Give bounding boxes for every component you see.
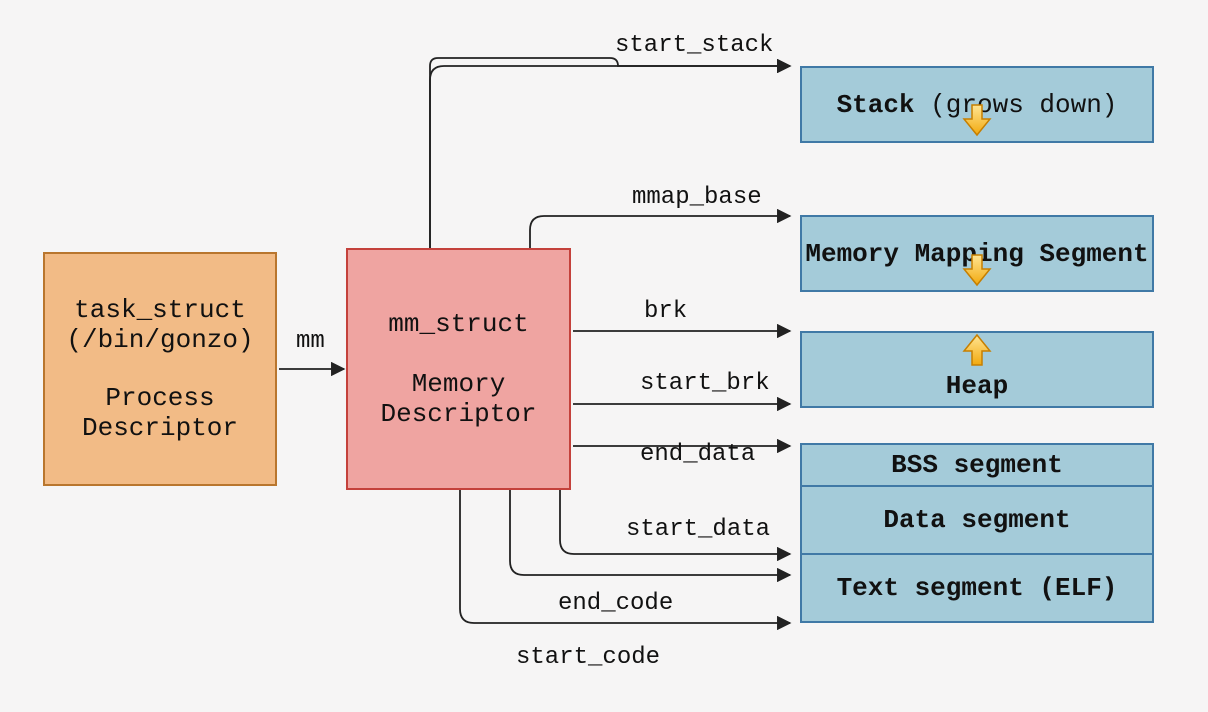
- segment-text-title: Text segment (ELF): [802, 575, 1152, 601]
- segment-stack-title-bold: Stack: [837, 90, 915, 120]
- task-struct-name: task_struct: [74, 295, 246, 325]
- mm-struct-name: mm_struct: [388, 309, 528, 339]
- arrow-up-icon: [962, 333, 992, 367]
- mm-struct-box: mm_struct Memory Descriptor: [346, 248, 571, 490]
- segment-bss-title: BSS segment: [802, 452, 1152, 478]
- label-start-code: start_code: [516, 644, 660, 671]
- segment-text: Text segment (ELF): [800, 555, 1154, 623]
- task-struct-desc-2: Descriptor: [82, 413, 238, 443]
- segment-stack-title-rest: (grows down): [915, 90, 1118, 120]
- label-mm: mm: [296, 328, 325, 355]
- task-struct-binary: (/bin/gonzo): [66, 325, 253, 355]
- label-start-brk: start_brk: [640, 370, 770, 397]
- label-start-stack: start_stack: [615, 32, 773, 59]
- mm-struct-desc-2: Descriptor: [380, 399, 536, 429]
- label-start-data: start_data: [626, 516, 770, 543]
- label-mmap-base: mmap_base: [632, 184, 762, 211]
- label-brk: brk: [644, 298, 687, 325]
- label-end-data: end_data: [640, 441, 755, 468]
- label-end-code: end_code: [558, 590, 673, 617]
- task-struct-desc-1: Process: [105, 383, 214, 413]
- segment-heap-title: Heap: [802, 373, 1152, 399]
- task-struct-box: task_struct (/bin/gonzo) Process Descrip…: [43, 252, 277, 486]
- diagram-stage: task_struct (/bin/gonzo) Process Descrip…: [0, 0, 1208, 712]
- arrow-down-icon: [962, 253, 992, 287]
- mm-struct-desc-1: Memory: [412, 369, 506, 399]
- segment-data: Data segment: [800, 487, 1154, 555]
- segment-data-title: Data segment: [802, 507, 1152, 533]
- arrow-down-icon: [962, 103, 992, 137]
- segment-bss: BSS segment: [800, 443, 1154, 487]
